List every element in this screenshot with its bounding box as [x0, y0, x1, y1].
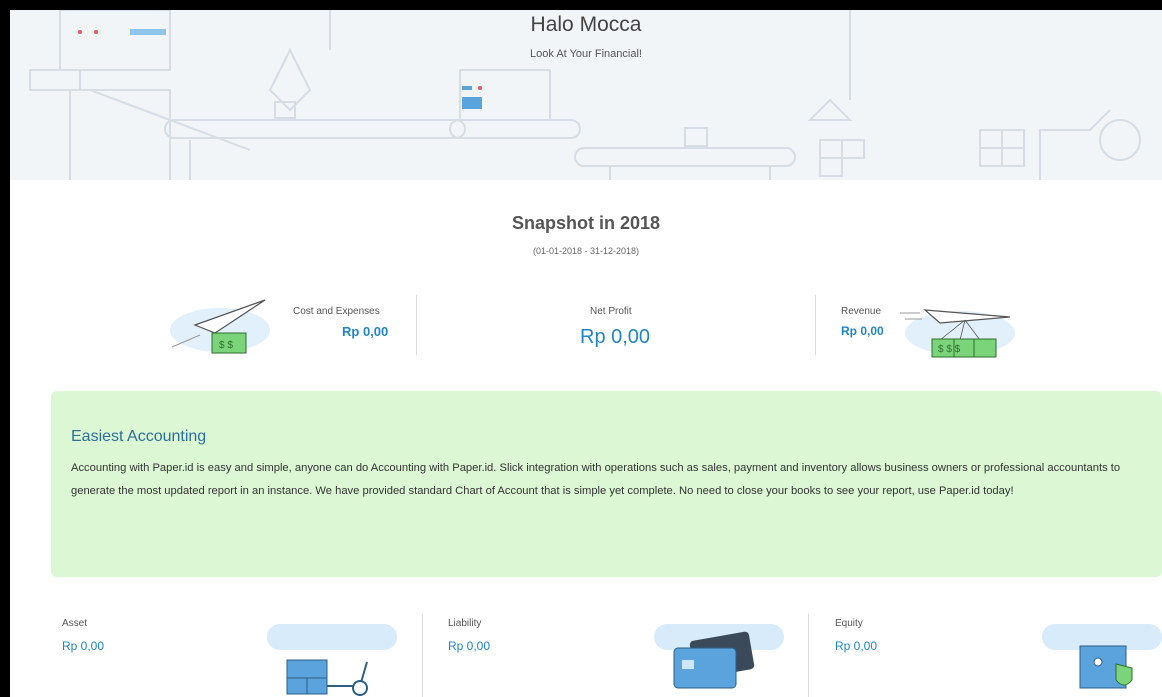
revenue-value: Rp 0,00 — [841, 324, 884, 338]
cost-expenses-value: Rp 0,00 — [342, 324, 389, 339]
equity-value: Rp 0,00 — [835, 639, 878, 653]
divider — [416, 295, 417, 355]
divider — [815, 295, 816, 355]
snapshot-date-range: (01-01-2018 - 31-12-2018) — [532, 246, 640, 256]
asset-value: Rp 0,00 — [62, 639, 105, 653]
card-description: Accounting with Paper.id is easy and sim… — [71, 462, 1121, 497]
hero-banner: Halo Mocca Look At Your Financial! — [10, 10, 1162, 180]
revenue-label: Revenue — [841, 306, 882, 317]
easiest-accounting-card: Easiest Accounting Accounting with Paper… — [51, 391, 1162, 577]
net-profit-label: Net Profit — [590, 306, 632, 317]
cost-expenses-label: Cost and Expenses — [293, 306, 380, 317]
liability-value: Rp 0,00 — [448, 639, 491, 653]
safe-shield-icon — [1042, 624, 1162, 689]
svg-text:$ $: $ $ — [219, 340, 233, 351]
divider — [808, 614, 809, 697]
liability-label: Liability — [448, 618, 482, 629]
dashboard-page: Halo Mocca Look At Your Financial! Snaps… — [10, 10, 1162, 697]
scooter-delivery-icon — [267, 624, 397, 696]
credit-card-icon — [654, 624, 784, 689]
greeting-subtitle: Look At Your Financial! — [530, 48, 642, 60]
divider — [422, 614, 423, 697]
paper-plane-money-stack-icon: $ $ $ — [900, 309, 1015, 358]
snapshot-title: Snapshot in 2018 — [511, 213, 661, 233]
svg-text:$ $ $: $ $ $ — [938, 344, 961, 355]
card-title: Easiest Accounting — [71, 428, 207, 445]
asset-label: Asset — [62, 618, 88, 629]
greeting-title: Halo Mocca — [530, 13, 642, 36]
net-profit-value: Rp 0,00 — [580, 326, 651, 348]
equity-label: Equity — [835, 618, 863, 629]
paper-plane-money-icon: $ $ — [170, 299, 270, 354]
